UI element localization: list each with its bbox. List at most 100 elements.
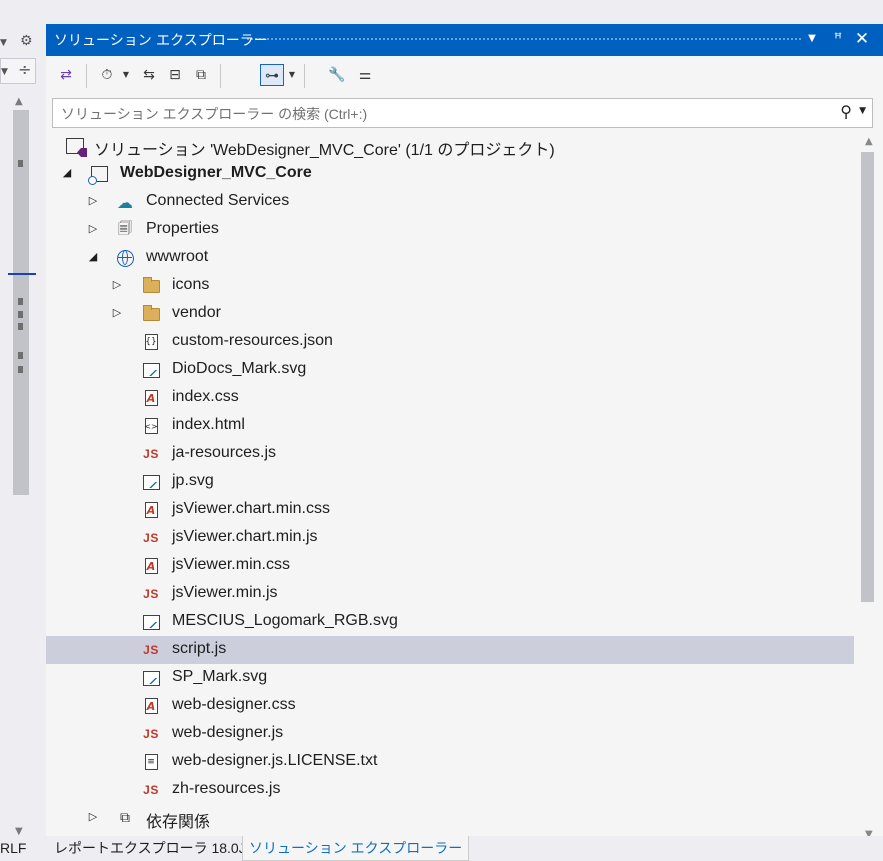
- collapse-all-icon[interactable]: ⊟: [164, 64, 186, 86]
- folder-icon: [142, 276, 160, 295]
- tree-item-label: Properties: [146, 220, 219, 237]
- tab-rlf[interactable]: RLF: [0, 836, 32, 861]
- sync-with-document-icon[interactable]: ⇆: [138, 64, 160, 86]
- tree-item-label: web-designer.js: [172, 724, 284, 741]
- tree-item[interactable]: JS jsViewer.chart.min.js: [46, 524, 854, 552]
- text-file-icon: ≡: [142, 753, 160, 771]
- dropdown-arrow-icon[interactable]: ▼: [1, 65, 8, 79]
- image-file-icon: [142, 613, 160, 631]
- tree-view-icon[interactable]: ⊶: [260, 64, 284, 86]
- css-file-icon: A: [142, 697, 160, 715]
- chevron-down-icon[interactable]: ▼: [120, 64, 132, 86]
- dropdown-arrow-icon[interactable]: ▼: [0, 36, 7, 50]
- tree-item[interactable]: ▷ vendor: [46, 300, 854, 328]
- tree-item-label: custom-resources.json: [172, 332, 333, 349]
- folder-icon: [142, 304, 160, 323]
- chevron-down-icon[interactable]: ▼: [286, 64, 298, 86]
- expanded-arrow-icon[interactable]: ◢: [60, 166, 74, 180]
- tree-item[interactable]: <> index.html: [46, 412, 854, 440]
- scrollbar-thumb[interactable]: [861, 152, 874, 602]
- tree-item-label: jp.svg: [172, 472, 214, 489]
- js-file-icon: JS: [143, 783, 159, 797]
- tree-item-label: jsViewer.min.js: [172, 584, 278, 601]
- titlebar-grip: [246, 37, 803, 42]
- tree-item[interactable]: JS ja-resources.js: [46, 440, 854, 468]
- scroll-up-icon[interactable]: ▲: [865, 136, 873, 147]
- css-file-icon: A: [142, 501, 160, 519]
- solution-tree: ソリューション 'WebDesigner_MVC_Core' (1/1 のプロジ…: [46, 132, 858, 832]
- tree-item-label: index.css: [172, 388, 239, 405]
- panel-titlebar[interactable]: ソリューション エクスプローラー ▼ ꟸ ✕: [46, 24, 883, 56]
- web-project-icon: [87, 165, 108, 185]
- collapsed-arrow-icon[interactable]: ▷: [86, 222, 100, 236]
- tree-item[interactable]: JS web-designer.js: [46, 720, 854, 748]
- preview-selected-items-icon[interactable]: ⚌: [354, 64, 376, 86]
- tree-item[interactable]: Aindex.css: [46, 384, 854, 412]
- tree-item-label: ソリューション 'WebDesigner_MVC_Core' (1/1 のプロジ…: [94, 142, 555, 159]
- tree-item[interactable]: AjsViewer.min.css: [46, 552, 854, 580]
- tree-item[interactable]: jp.svg: [46, 468, 854, 496]
- tree-item[interactable]: ◢ WebDesigner_MVC_Core: [46, 160, 854, 188]
- tree-item[interactable]: ▷ ☁ Connected Services: [46, 188, 854, 216]
- search-options-dropdown-icon[interactable]: ▼: [859, 106, 866, 116]
- js-file-icon: JS: [143, 447, 159, 461]
- tree-item[interactable]: JS script.js: [46, 636, 854, 664]
- gear-icon[interactable]: ⚙: [20, 34, 33, 48]
- search-box[interactable]: ⚲ ▼: [52, 98, 873, 128]
- tree-item[interactable]: JS zh-resources.js: [46, 776, 854, 804]
- tree-item[interactable]: Aweb-designer.css: [46, 692, 854, 720]
- tab-report-explorer[interactable]: レポートエクスプローラ 18.0J: [48, 836, 252, 861]
- tree-item[interactable]: ▷ ⧉ 依存関係: [46, 804, 854, 832]
- tree-item[interactable]: {} custom-resources.json: [46, 328, 854, 356]
- pending-changes-filter-icon[interactable]: ⏱: [96, 64, 118, 86]
- tree-item[interactable]: AjsViewer.chart.min.css: [46, 496, 854, 524]
- tree-item-label: SP_Mark.svg: [172, 668, 268, 685]
- solution-explorer-panel: ソリューション エクスプローラー ▼ ꟸ ✕ ⇄ ⏱ ▼ ⇆ ⊟ ⧉ ⊶ ▼ 🔧…: [46, 24, 883, 861]
- solution-icon: [66, 137, 84, 155]
- collapsed-arrow-icon[interactable]: ▷: [110, 306, 124, 320]
- scroll-up-icon[interactable]: ▲: [15, 96, 23, 107]
- tree-item-label: Connected Services: [146, 192, 290, 209]
- tree-item-label: 依存関係: [146, 814, 211, 831]
- image-file-icon: [142, 473, 160, 491]
- tab-solution-explorer[interactable]: ソリューション エクスプローラー: [242, 836, 470, 861]
- switch-views-icon[interactable]: ⇄: [54, 64, 78, 86]
- toolbar-separator: [304, 64, 305, 88]
- split-icon[interactable]: ÷: [18, 62, 31, 78]
- pin-icon[interactable]: ꟸ: [827, 28, 849, 50]
- scroll-marker: [18, 352, 23, 359]
- scroll-marker: [18, 366, 23, 373]
- tree-item[interactable]: ▷ 🗐 Properties: [46, 216, 854, 244]
- panel-title: ソリューション エクスプローラー: [54, 33, 268, 49]
- js-file-icon: JS: [143, 643, 159, 657]
- expanded-arrow-icon[interactable]: ◢: [86, 250, 100, 264]
- tree-item[interactable]: ◢ wwwroot: [46, 244, 854, 272]
- window-position-dropdown-icon[interactable]: ▼: [801, 28, 823, 50]
- search-icon[interactable]: ⚲: [840, 102, 852, 121]
- collapsed-arrow-icon[interactable]: ▷: [110, 278, 124, 292]
- show-all-files-icon[interactable]: ⧉: [190, 64, 212, 86]
- collapsed-arrow-icon[interactable]: ▷: [86, 194, 100, 208]
- toolbar-separator: [86, 64, 87, 88]
- properties-icon: 🗐: [118, 221, 132, 237]
- tree-item[interactable]: ▷ icons: [46, 272, 854, 300]
- tree-item[interactable]: DioDocs_Mark.svg: [46, 356, 854, 384]
- tree-item[interactable]: ソリューション 'WebDesigner_MVC_Core' (1/1 のプロジ…: [46, 132, 854, 160]
- properties-wrench-icon[interactable]: 🔧: [326, 64, 348, 86]
- bottom-tab-strip: RLF レポートエクスプローラ 18.0J ソリューション エクスプローラー: [0, 836, 883, 861]
- tree-item-label: DioDocs_Mark.svg: [172, 360, 307, 377]
- close-icon[interactable]: ✕: [851, 28, 873, 50]
- scroll-marker: [18, 160, 23, 167]
- tree-item-label: MESCIUS_Logomark_RGB.svg: [172, 612, 398, 629]
- collapsed-arrow-icon[interactable]: ▷: [86, 810, 100, 824]
- tree-item[interactable]: SP_Mark.svg: [46, 664, 854, 692]
- editor-edge-strip: ▼ ⚙ ▼ ÷ ▲ ▼: [0, 0, 46, 861]
- tree-item[interactable]: MESCIUS_Logomark_RGB.svg: [46, 608, 854, 636]
- tree-item[interactable]: ≡ web-designer.js.LICENSE.txt: [46, 748, 854, 776]
- js-file-icon: JS: [143, 587, 159, 601]
- tree-item-label: jsViewer.chart.min.css: [172, 500, 330, 517]
- scroll-marker: [18, 311, 23, 318]
- tree-item[interactable]: JS jsViewer.min.js: [46, 580, 854, 608]
- tree-scrollbar[interactable]: ▲ ▼: [858, 132, 883, 840]
- search-input[interactable]: [59, 102, 823, 126]
